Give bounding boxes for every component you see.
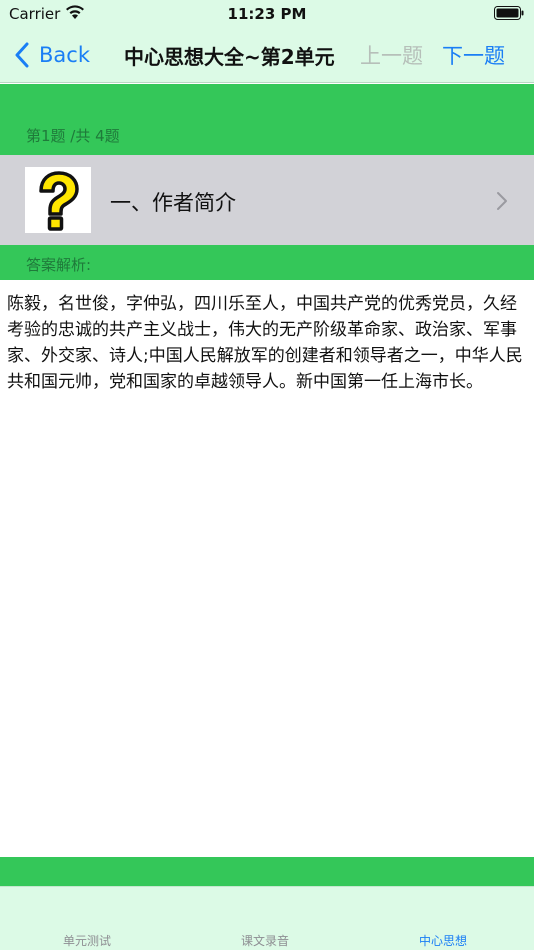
answer-header: 答案解析: (0, 245, 534, 280)
next-question-button[interactable]: 下一题 (442, 40, 505, 70)
previous-question-button[interactable]: 上一题 (360, 40, 423, 70)
battery-icon (494, 6, 524, 20)
clock: 11:23 PM (227, 5, 307, 23)
question-counter: 第1题 /共 4题 (0, 122, 534, 155)
page-title: 中心思想大全~第2单元 (124, 45, 335, 69)
footer-band (0, 857, 534, 886)
status-bar: Carrier 11:23 PM (0, 0, 534, 28)
chevron-right-icon (497, 192, 507, 210)
tab-unit-test[interactable]: 单元测试 (63, 932, 111, 949)
question-label: 一、作者简介 (110, 191, 236, 215)
tab-text-recording[interactable]: 课文录音 (241, 932, 289, 949)
back-button[interactable]: Back (14, 38, 90, 72)
question-row[interactable]: 一、作者简介 (0, 155, 534, 245)
tab-central-idea[interactable]: 中心思想 (419, 932, 467, 949)
chevron-left-icon (15, 42, 29, 68)
navigation-bar: Back 中心思想大全~第2单元 上一题 下一题 (0, 28, 534, 83)
question-mark-icon (25, 167, 91, 233)
back-label: Back (39, 43, 90, 67)
tab-bar: 单元测试 课文录音 中心思想 (0, 886, 534, 950)
header-band (0, 84, 534, 122)
answer-text: 陈毅，名世俊，字仲弘，四川乐至人，中国共产党的优秀党员，久经考验的忠诚的共产主义… (0, 280, 534, 857)
